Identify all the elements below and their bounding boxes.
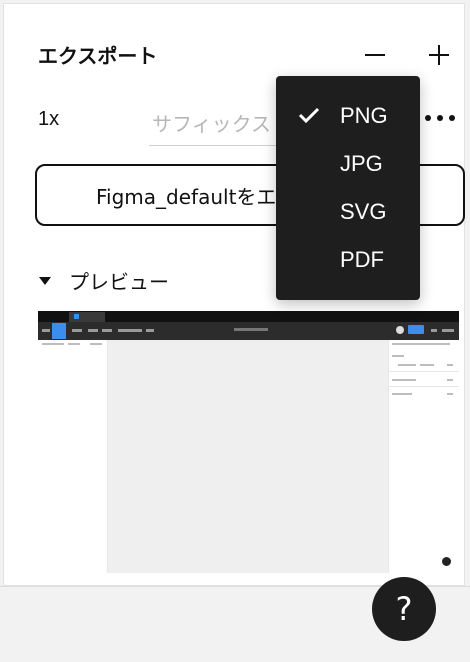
preview-tool-glyph [146,329,154,332]
preview-text-line [392,343,450,345]
preview-text-line [392,393,412,395]
more-horizontal-icon [425,115,455,121]
format-option-label: JPG [340,151,383,176]
preview-toggle[interactable]: プレビュー [39,266,169,295]
preview-text-line [392,379,416,381]
plus-icon [429,45,449,65]
format-dropdown-menu: PNG JPG SVG PDF [276,76,420,300]
more-options-button[interactable] [422,108,458,128]
preview-text-line [398,364,416,366]
format-option-svg[interactable]: SVG [276,188,420,236]
format-option-label: PDF [340,247,384,272]
preview-tool-glyph [442,329,454,332]
preview-canvas [108,340,388,573]
preview-text-line [90,343,102,345]
format-option-jpg[interactable]: JPG [276,140,420,188]
preview-divider [389,371,459,372]
add-export-button[interactable] [424,40,454,70]
format-option-label: SVG [340,199,387,224]
preview-file-title [234,328,268,331]
preview-text-line [68,343,80,345]
preview-left-panel [38,340,108,573]
scale-select[interactable]: 1x [38,108,59,131]
preview-text-line [42,343,64,345]
preview-share-button [408,325,424,334]
export-preview-image [38,311,459,573]
preview-tool-glyph [118,329,142,332]
help-button[interactable]: ? [372,577,436,641]
preview-text-line [447,379,453,381]
preview-tool-glyph [72,329,82,332]
preview-tool-glyph [42,329,50,332]
preview-avatar [396,326,404,334]
preview-tool-glyph [102,329,112,332]
preview-text-line [392,355,404,357]
preview-text-line [447,364,453,366]
format-option-pdf[interactable]: PDF [276,236,420,284]
preview-divider [389,386,459,387]
preview-tool-glyph [431,329,437,332]
format-option-label: PNG [340,103,388,128]
preview-text-line [447,393,453,395]
preview-help-dot [442,557,451,566]
minus-icon [365,54,385,56]
preview-label: プレビュー [69,270,169,294]
section-title: エクスポート [38,44,158,68]
format-option-png[interactable]: PNG [276,92,420,140]
suffix-input[interactable]: サフィックス [149,100,284,146]
preview-right-panel [388,340,459,573]
caret-down-icon [39,276,51,285]
preview-selected-tool [52,323,66,339]
preview-text-line [420,364,434,366]
preview-tool-glyph [88,329,98,332]
preview-tab-icon [74,314,79,319]
remove-export-button[interactable] [360,40,390,70]
checkmark-icon [298,107,320,124]
